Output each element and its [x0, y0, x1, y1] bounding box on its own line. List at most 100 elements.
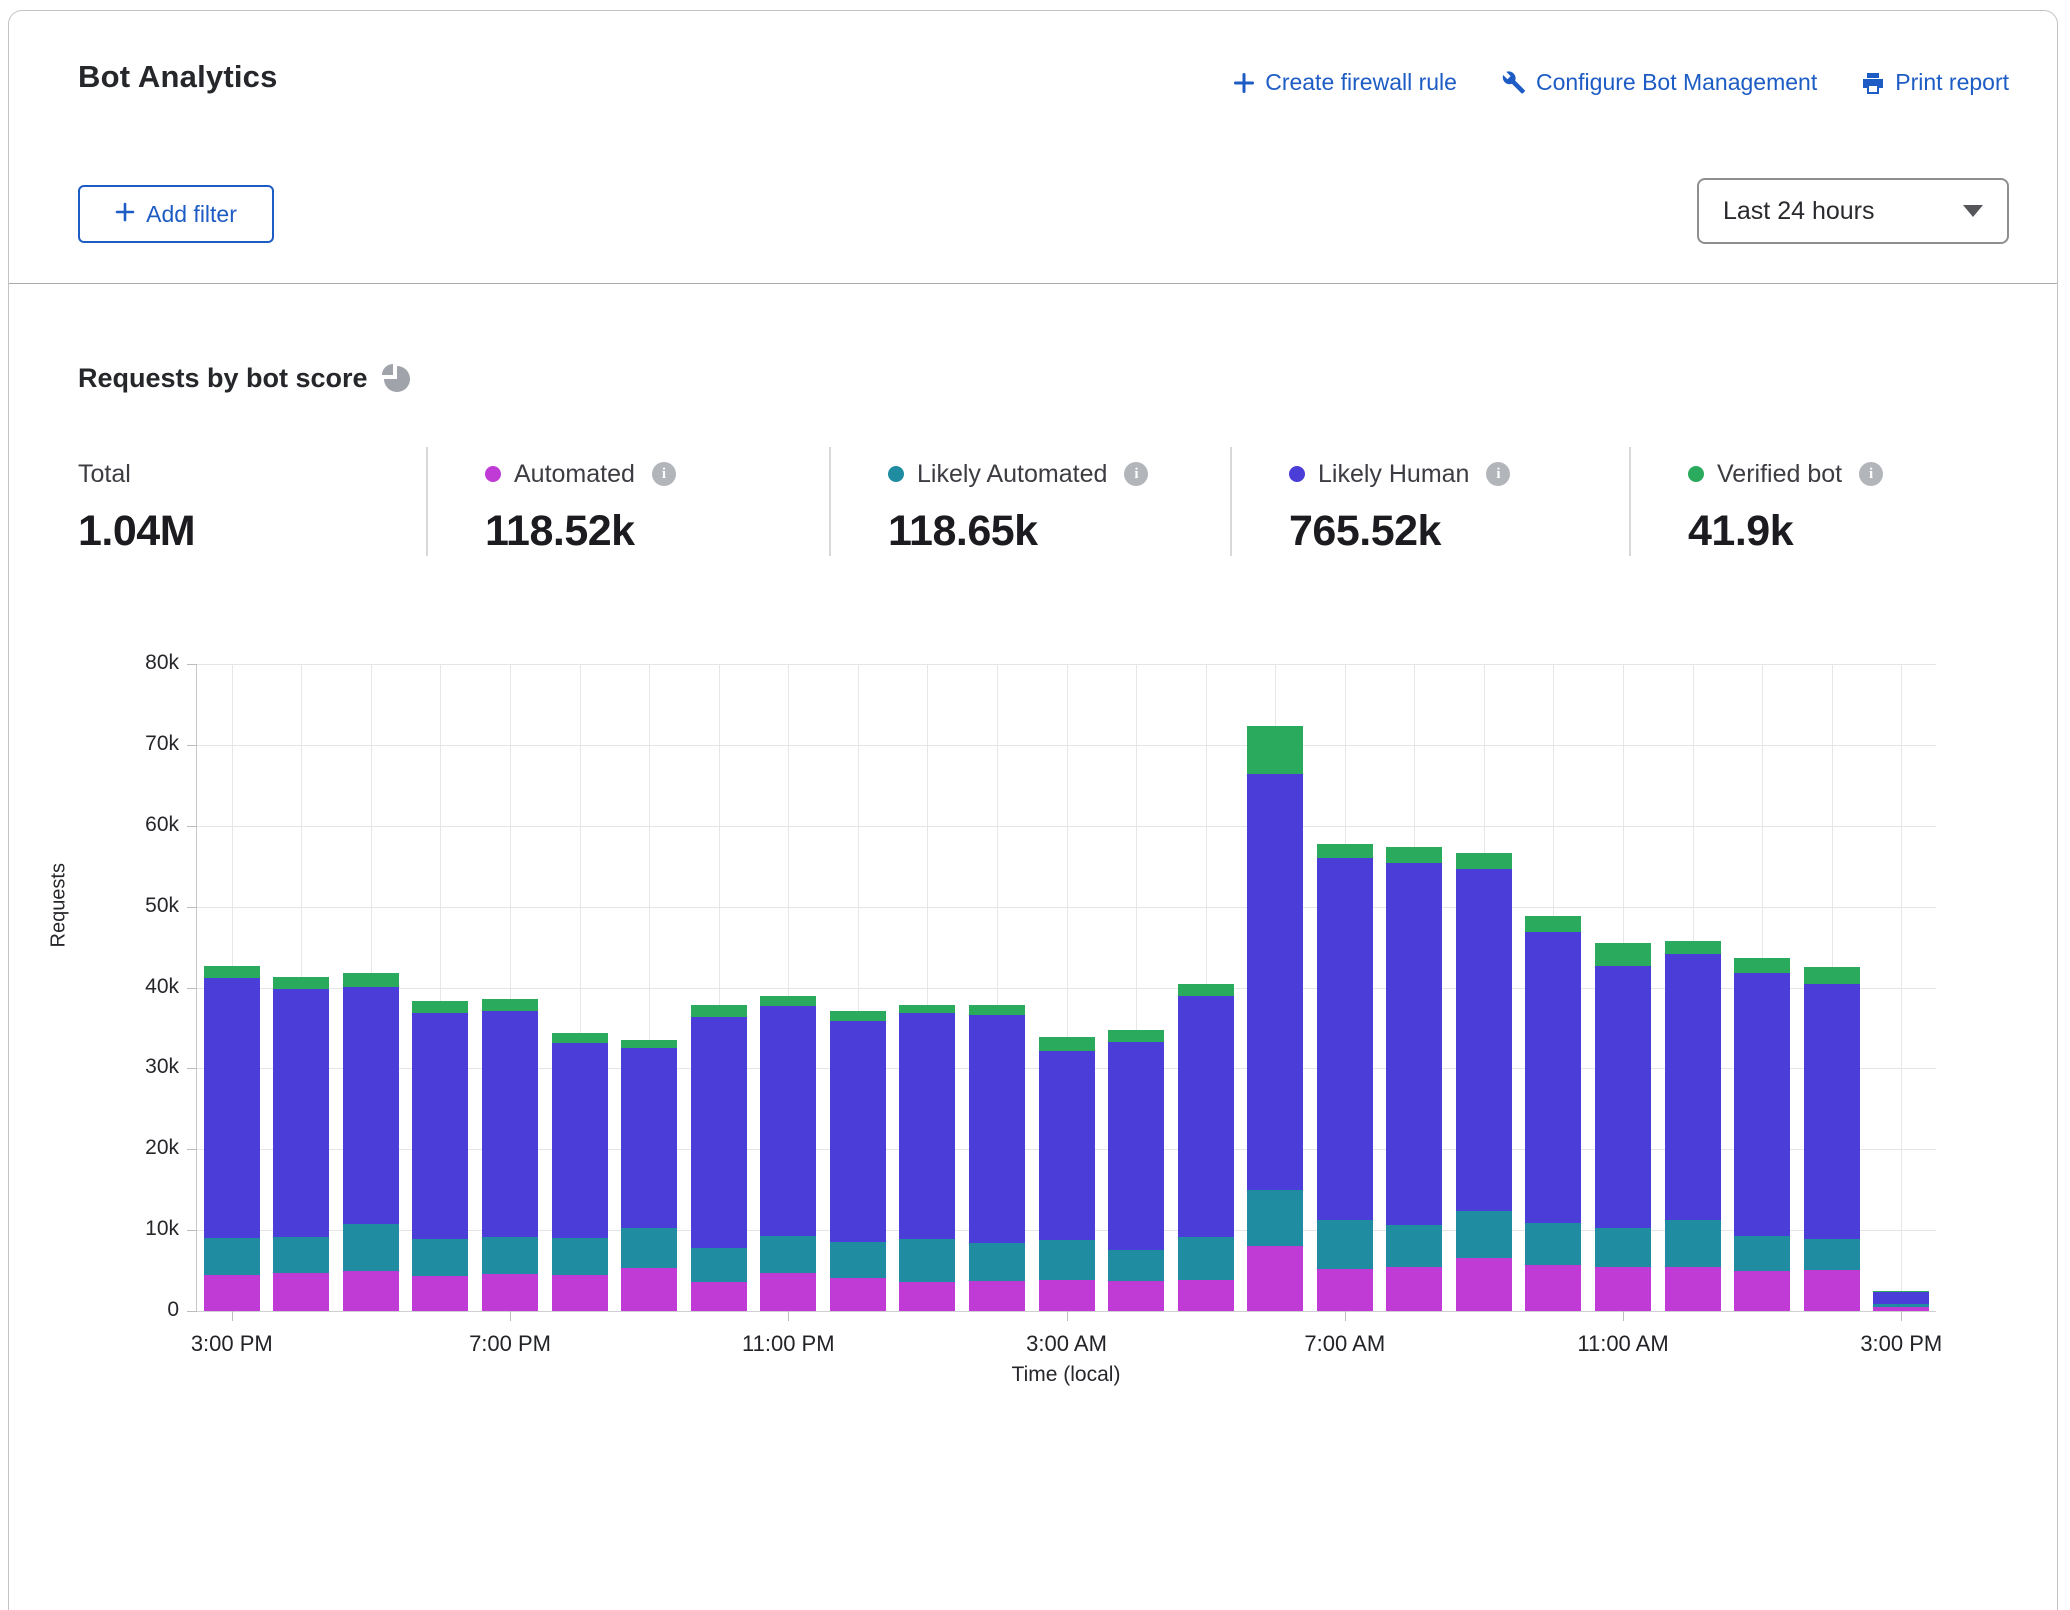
stacked-bar-10-00-am[interactable] [1525, 916, 1581, 1311]
info-icon[interactable]: i [1124, 462, 1148, 486]
bar-segment-likely-human [969, 1015, 1025, 1243]
add-filter-button[interactable]: Add filter [78, 185, 274, 243]
y-axis-tick [187, 1311, 197, 1312]
stat-label: Total [78, 460, 131, 489]
y-axis-tick-label: 80k [119, 651, 179, 675]
y-axis-tick [187, 745, 197, 746]
stacked-bar-5-00-pm[interactable] [343, 973, 399, 1311]
bar-segment-automated [899, 1282, 955, 1311]
bar-slot [1240, 664, 1310, 1311]
y-axis-tick [187, 907, 197, 908]
info-icon[interactable]: i [1486, 462, 1510, 486]
time-range-select[interactable]: Last 24 hours [1697, 178, 2009, 244]
stacked-bar-3-00-am[interactable] [1039, 1037, 1095, 1311]
stacked-bar-3-00-pm[interactable] [1873, 1291, 1929, 1311]
stacked-bar-8-00-am[interactable] [1386, 847, 1442, 1311]
stat-label: Likely Automated [917, 460, 1107, 489]
bar-segment-verified-bot [1317, 844, 1373, 858]
bar-segment-automated [273, 1273, 329, 1311]
requests-by-bot-score-chart: 010k20k30k40k50k60k70k80k3:00 PM7:00 PM1… [196, 664, 1936, 1311]
bar-segment-verified-bot [1178, 984, 1234, 995]
bar-segment-likely-human [1595, 966, 1651, 1228]
y-axis-tick-label: 30k [119, 1055, 179, 1079]
bar-segment-verified-bot [621, 1040, 677, 1048]
bar-segment-likely-automated [1178, 1237, 1234, 1280]
bar-slot: 3:00 PM [1867, 664, 1937, 1311]
bar-segment-automated [343, 1271, 399, 1311]
stacked-bar-11-00-am[interactable] [1595, 943, 1651, 1311]
stacked-bar-9-00-pm[interactable] [621, 1040, 677, 1311]
bar-slot: 3:00 AM [1032, 664, 1102, 1311]
bar-segment-automated [1247, 1246, 1303, 1312]
stacked-bar-8-00-pm[interactable] [552, 1033, 608, 1311]
stat-block-likely-human: Likely Humani765.52k [1230, 447, 1629, 556]
bar-slot: 11:00 AM [1588, 664, 1658, 1311]
chevron-down-icon [1963, 205, 1983, 217]
stacked-bar-7-00-pm[interactable] [482, 999, 538, 1311]
bar-segment-verified-bot [1108, 1030, 1164, 1041]
y-axis-title: Requests [48, 908, 71, 948]
bar-segment-verified-bot [273, 977, 329, 989]
bar-segment-automated [1595, 1267, 1651, 1311]
legend-dot [888, 466, 904, 482]
bar-slot [1727, 664, 1797, 1311]
stacked-bar-4-00-pm[interactable] [273, 977, 329, 1311]
y-axis-tick-label: 40k [119, 975, 179, 999]
stacked-bar-10-00-pm[interactable] [691, 1005, 747, 1311]
bar-segment-likely-automated [1247, 1190, 1303, 1246]
stacked-bar-4-00-am[interactable] [1108, 1030, 1164, 1311]
stacked-bar-5-00-am[interactable] [1178, 984, 1234, 1311]
bar-slot [545, 664, 615, 1311]
stacked-bar-11-00-pm[interactable] [760, 996, 816, 1311]
y-axis-tick-label: 10k [119, 1217, 179, 1241]
add-filter-label: Add filter [146, 201, 237, 228]
stat-value: 41.9k [1688, 507, 2029, 556]
bar-segment-automated [1665, 1267, 1721, 1311]
stacked-bar-6-00-am[interactable] [1247, 726, 1303, 1311]
bar-slot [962, 664, 1032, 1311]
bar-segment-automated [1317, 1269, 1373, 1311]
stacked-bar-3-00-pm[interactable] [204, 966, 260, 1311]
y-axis-tick [187, 988, 197, 989]
bar-segment-likely-human [552, 1043, 608, 1238]
bar-segment-verified-bot [1734, 958, 1790, 973]
bar-segment-likely-human [1039, 1051, 1095, 1241]
x-axis-tick-label: 3:00 PM [1860, 1331, 1942, 1357]
print-report-link[interactable]: Print report [1861, 69, 2009, 96]
time-range-value: Last 24 hours [1723, 197, 1875, 226]
stacked-bar-9-00-am[interactable] [1456, 853, 1512, 1311]
y-axis-tick-label: 60k [119, 813, 179, 837]
configure-bot-management-label: Configure Bot Management [1536, 69, 1817, 96]
stat-block-total: Total1.04M [78, 447, 426, 556]
bar-slot [1519, 664, 1589, 1311]
y-axis-tick-label: 50k [119, 894, 179, 918]
x-axis-tick [232, 1311, 233, 1321]
stacked-bar-12-00-pm[interactable] [1665, 941, 1721, 1311]
stacked-bar-2-00-am[interactable] [969, 1005, 1025, 1311]
stacked-bar-7-00-am[interactable] [1317, 844, 1373, 1311]
configure-bot-management-link[interactable]: Configure Bot Management [1501, 69, 1817, 96]
bar-segment-verified-bot [1039, 1037, 1095, 1051]
bar-segment-likely-human [691, 1017, 747, 1249]
stacked-bar-1-00-am[interactable] [899, 1005, 955, 1312]
bot-analytics-card: Bot Analytics Create firewall rule Confi… [8, 10, 2058, 1610]
stacked-bar-2-00-pm[interactable] [1804, 967, 1860, 1311]
bar-slot [1101, 664, 1171, 1311]
info-icon[interactable]: i [652, 462, 676, 486]
y-axis-tick-label: 0 [119, 1298, 179, 1322]
bar-segment-automated [204, 1275, 260, 1311]
bar-segment-verified-bot [1456, 853, 1512, 869]
page-title: Bot Analytics [78, 59, 278, 95]
stacked-bar-12-00-am[interactable] [830, 1011, 886, 1311]
stacked-bar-6-00-pm[interactable] [412, 1001, 468, 1311]
bar-segment-likely-human [1386, 863, 1442, 1225]
pie-chart-icon [384, 366, 410, 392]
bar-segment-verified-bot [1665, 941, 1721, 954]
stacked-bar-1-00-pm[interactable] [1734, 958, 1790, 1311]
info-icon[interactable]: i [1859, 462, 1883, 486]
create-firewall-rule-link[interactable]: Create firewall rule [1233, 69, 1457, 96]
x-axis-title: Time (local) [196, 1363, 1936, 1387]
x-axis-tick-label: 7:00 AM [1304, 1331, 1385, 1357]
bar-segment-likely-human [1665, 954, 1721, 1220]
stat-block-automated: Automatedi118.52k [426, 447, 829, 556]
